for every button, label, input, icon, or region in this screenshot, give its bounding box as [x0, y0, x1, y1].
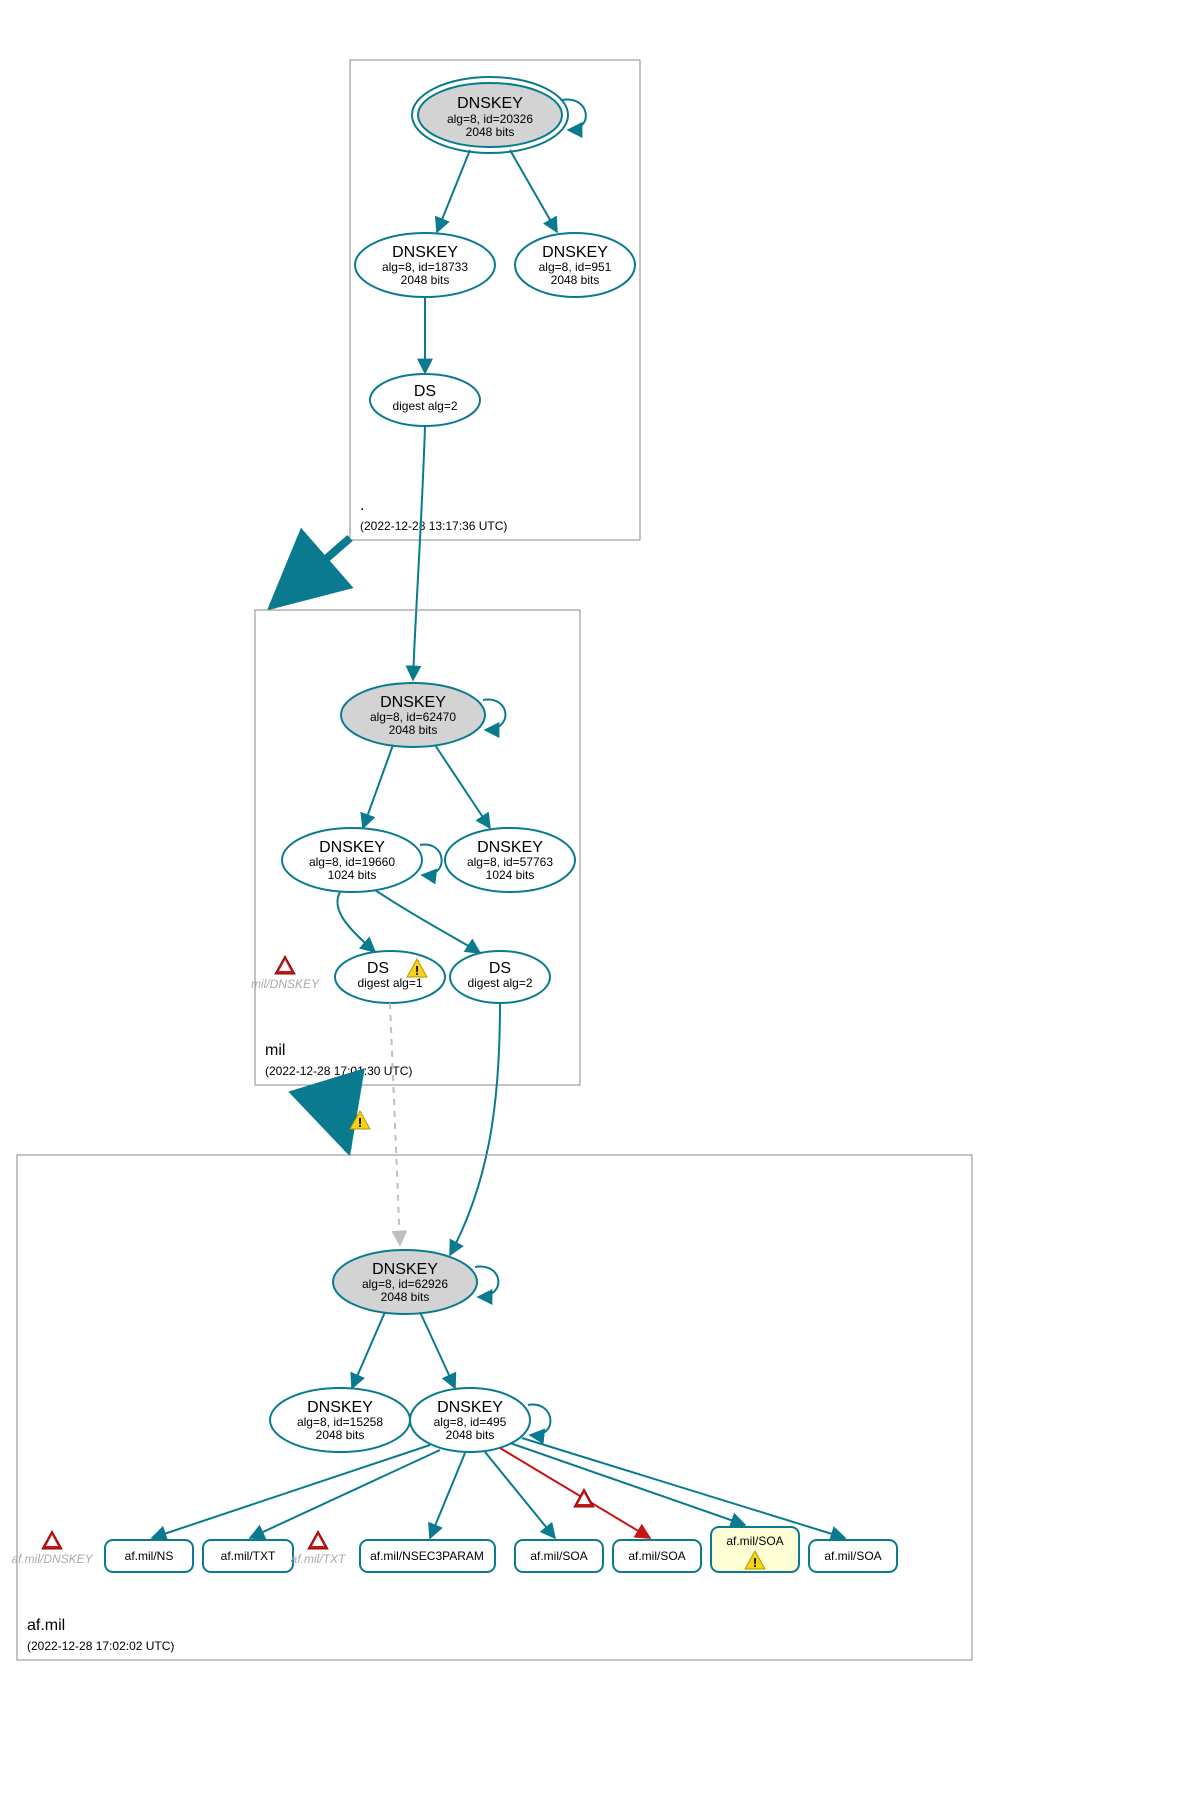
edge [435, 745, 490, 828]
edge [430, 1453, 465, 1538]
svg-text:2048 bits: 2048 bits [316, 1428, 365, 1442]
svg-text:alg=8, id=495: alg=8, id=495 [434, 1415, 507, 1429]
node-mil-ds1[interactable]: DS digest alg=1 [335, 951, 445, 1003]
zone-mil-ts: (2022-12-28 17:01:30 UTC) [265, 1064, 412, 1078]
delegation-arrow [272, 538, 350, 606]
node-sub2: 2048 bits [466, 125, 515, 139]
svg-text:alg=8, id=951: alg=8, id=951 [539, 260, 612, 274]
edge-dashed [390, 1003, 400, 1245]
svg-text:2048 bits: 2048 bits [551, 273, 600, 287]
svg-text:DNSKEY: DNSKEY [437, 1399, 503, 1416]
rr-text: af.mil/NSEC3PARAM [370, 1549, 484, 1563]
svg-text:DNSKEY: DNSKEY [372, 1261, 438, 1278]
edge [450, 1003, 500, 1255]
error-icon[interactable] [42, 1531, 62, 1549]
warning-icon[interactable] [350, 1111, 370, 1130]
rr-text: af.mil/SOA [824, 1549, 881, 1563]
svg-text:2048 bits: 2048 bits [381, 1290, 430, 1304]
edge [420, 1312, 455, 1388]
rr-text: af.mil/SOA [530, 1549, 587, 1563]
zone-afmil-label: af.mil [27, 1617, 65, 1634]
error-icon[interactable] [308, 1531, 328, 1549]
svg-text:alg=8, id=18733: alg=8, id=18733 [382, 260, 468, 274]
svg-text:alg=8, id=62470: alg=8, id=62470 [370, 710, 456, 724]
svg-text:DS: DS [414, 383, 436, 400]
svg-text:digest alg=2: digest alg=2 [392, 399, 457, 413]
edge [152, 1445, 430, 1538]
edge [337, 892, 375, 952]
rr-text: af.mil/NS [125, 1549, 174, 1563]
edge [352, 1312, 385, 1388]
edge [363, 745, 393, 828]
edge [510, 1443, 745, 1525]
svg-text:alg=8, id=62926: alg=8, id=62926 [362, 1277, 448, 1291]
svg-text:2048 bits: 2048 bits [389, 723, 438, 737]
svg-text:DS: DS [367, 960, 389, 977]
node-sub1: alg=8, id=20326 [447, 112, 533, 126]
edge [510, 150, 557, 232]
edge [375, 890, 480, 953]
svg-text:af.mil/DNSKEY: af.mil/DNSKEY [11, 1552, 93, 1566]
svg-text:1024 bits: 1024 bits [328, 868, 377, 882]
svg-text:alg=8, id=15258: alg=8, id=15258 [297, 1415, 383, 1429]
selfloop [420, 845, 442, 876]
node-title: DNSKEY [457, 95, 523, 112]
svg-text:digest alg=1: digest alg=1 [357, 976, 422, 990]
selfloop [528, 1405, 550, 1436]
svg-text:digest alg=2: digest alg=2 [467, 976, 532, 990]
node-root-ds[interactable]: DS digest alg=2 [370, 374, 480, 426]
zone-mil-label: mil [265, 1042, 285, 1059]
svg-text:alg=8, id=19660: alg=8, id=19660 [309, 855, 395, 869]
svg-text:DNSKEY: DNSKEY [477, 839, 543, 856]
svg-text:DNSKEY: DNSKEY [319, 839, 385, 856]
zone-root-label: . [360, 497, 364, 514]
svg-text:af.mil/TXT: af.mil/TXT [291, 1552, 347, 1566]
delegation-arrow [329, 1088, 348, 1150]
node-af-zsk2[interactable]: DNSKEY alg=8, id=495 2048 bits [410, 1388, 530, 1452]
svg-text:DNSKEY: DNSKEY [380, 694, 446, 711]
af-txt-greyed: af.mil/TXT [291, 1531, 347, 1566]
svg-text:1024 bits: 1024 bits [486, 868, 535, 882]
edge [522, 1438, 845, 1538]
node-af-zsk1[interactable]: DNSKEY alg=8, id=15258 2048 bits [270, 1388, 410, 1452]
error-icon[interactable] [275, 956, 295, 974]
svg-text:DS: DS [489, 960, 511, 977]
rr-text: af.mil/SOA [726, 1534, 783, 1548]
svg-text:DNSKEY: DNSKEY [542, 244, 608, 261]
node-root-ksk[interactable]: DNSKEY alg=8, id=20326 2048 bits [412, 77, 568, 153]
svg-text:alg=8, id=57763: alg=8, id=57763 [467, 855, 553, 869]
node-mil-ds2[interactable]: DS digest alg=2 [450, 951, 550, 1003]
dnssec-graph: ! . (2022-12-28 13:17:36 UTC) DNSKEY alg… [0, 0, 1177, 1818]
svg-text:DNSKEY: DNSKEY [307, 1399, 373, 1416]
node-mil-ksk[interactable]: DNSKEY alg=8, id=62470 2048 bits [341, 683, 485, 747]
selfloop [475, 1267, 498, 1297]
edge [437, 150, 470, 232]
node-mil-zsk1[interactable]: DNSKEY alg=8, id=19660 1024 bits [282, 828, 422, 892]
rr-text: af.mil/TXT [221, 1549, 276, 1563]
rr-text: af.mil/SOA [628, 1549, 685, 1563]
node-root-zsk1[interactable]: DNSKEY alg=8, id=18733 2048 bits [355, 233, 495, 297]
zone-afmil-ts: (2022-12-28 17:02:02 UTC) [27, 1639, 174, 1653]
node-af-ksk[interactable]: DNSKEY alg=8, id=62926 2048 bits [333, 1250, 477, 1314]
selfloop [483, 700, 505, 730]
af-dnskey-greyed: af.mil/DNSKEY [11, 1531, 93, 1566]
svg-text:2048 bits: 2048 bits [446, 1428, 495, 1442]
edge [413, 426, 425, 680]
zone-root-ts: (2022-12-28 13:17:36 UTC) [360, 519, 507, 533]
svg-text:2048 bits: 2048 bits [401, 273, 450, 287]
edge [485, 1452, 555, 1538]
node-mil-zsk2[interactable]: DNSKEY alg=8, id=57763 1024 bits [445, 828, 575, 892]
svg-text:DNSKEY: DNSKEY [392, 244, 458, 261]
error-icon[interactable] [574, 1489, 594, 1507]
edge [250, 1450, 440, 1538]
node-root-zsk2[interactable]: DNSKEY alg=8, id=951 2048 bits [515, 233, 635, 297]
greyed-mil-dnskey: mil/DNSKEY [251, 977, 320, 991]
edge-red [500, 1448, 650, 1538]
